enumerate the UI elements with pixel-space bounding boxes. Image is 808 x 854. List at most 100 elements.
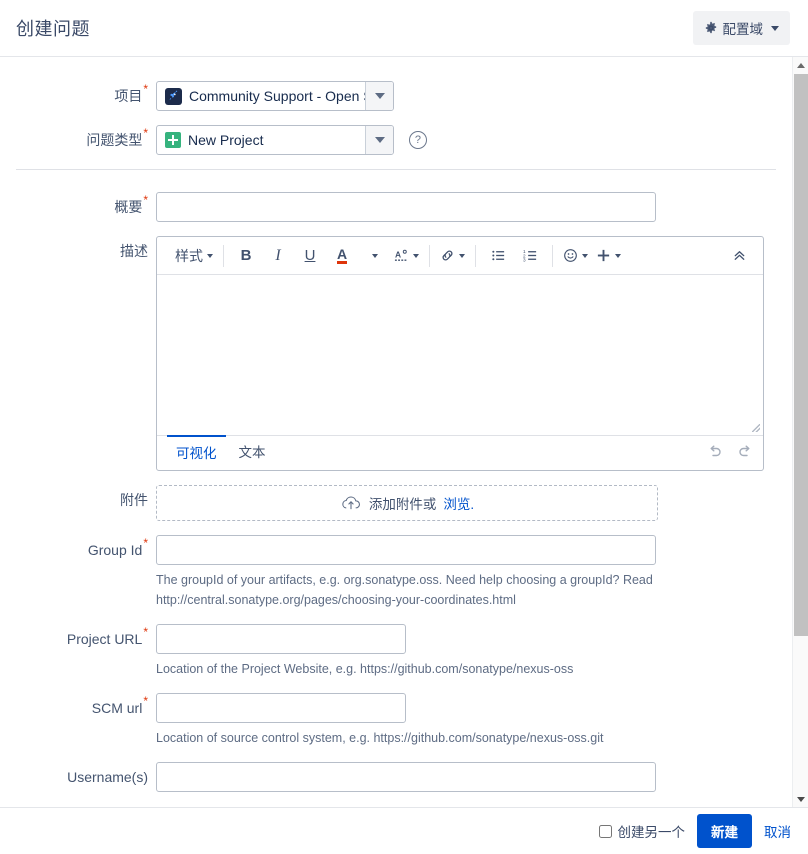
chevron-down-icon bbox=[413, 254, 419, 258]
project-select-text: Community Support - Open S... bbox=[189, 88, 365, 104]
insert-more-button[interactable] bbox=[592, 243, 625, 269]
group-id-hint: The groupId of your artifacts, e.g. org.… bbox=[156, 570, 656, 610]
field-row-group-id: Group Id* The groupId of your artifacts,… bbox=[0, 535, 792, 610]
rocket-icon bbox=[165, 88, 182, 105]
description-textarea[interactable] bbox=[157, 275, 763, 435]
scrollbar-thumb[interactable] bbox=[794, 74, 808, 636]
undo-icon bbox=[707, 443, 723, 459]
undo-redo-group bbox=[707, 443, 753, 463]
text-color-dropdown-button[interactable] bbox=[358, 243, 390, 269]
page-title: 创建问题 bbox=[16, 15, 90, 41]
editor-toolbar: 样式 B I U A bbox=[157, 237, 763, 275]
redo-icon bbox=[737, 443, 753, 459]
project-url-hint: Location of the Project Website, e.g. ht… bbox=[156, 659, 656, 679]
configure-fields-button[interactable]: 配置域 bbox=[693, 11, 791, 45]
configure-fields-label: 配置域 bbox=[723, 18, 764, 38]
create-issue-form: 项目* Community Support - Open S... bbox=[0, 57, 792, 792]
chevron-up-icon bbox=[797, 63, 805, 68]
issue-type-select[interactable]: New Project bbox=[156, 125, 394, 155]
project-select[interactable]: Community Support - Open S... bbox=[156, 81, 394, 111]
required-marker: * bbox=[143, 536, 148, 550]
required-marker: * bbox=[143, 82, 148, 96]
scm-url-input[interactable] bbox=[156, 693, 406, 723]
resize-grip[interactable] bbox=[752, 424, 760, 432]
create-another-checkbox[interactable] bbox=[599, 825, 612, 838]
issue-type-select-value: New Project bbox=[157, 126, 365, 154]
chevron-down-icon bbox=[459, 254, 465, 258]
bullet-list-button[interactable] bbox=[482, 243, 514, 269]
chevron-double-up-icon bbox=[732, 248, 747, 263]
redo-button[interactable] bbox=[737, 443, 753, 463]
bullet-list-icon bbox=[491, 248, 506, 263]
scroll-up-button[interactable] bbox=[793, 57, 808, 73]
dialog-scroll-area: 项目* Community Support - Open S... bbox=[0, 57, 792, 807]
group-id-input[interactable] bbox=[156, 535, 656, 565]
chevron-down-icon bbox=[615, 254, 621, 258]
required-marker: * bbox=[143, 625, 148, 639]
field-row-project-url: Project URL* Location of the Project Web… bbox=[0, 624, 792, 679]
plus-square-icon bbox=[165, 132, 181, 148]
scm-url-label: SCM url* bbox=[0, 693, 156, 723]
emoji-button[interactable] bbox=[559, 243, 592, 269]
issue-type-select-text: New Project bbox=[188, 132, 263, 148]
attachment-label: 附件 bbox=[0, 485, 156, 515]
dialog-header: 创建问题 配置域 bbox=[0, 0, 808, 57]
chevron-down-icon bbox=[771, 26, 779, 31]
chevron-down-icon bbox=[582, 254, 588, 258]
chevron-down-icon bbox=[797, 797, 805, 802]
field-row-attachment: 附件 添加附件或 浏览. bbox=[0, 485, 792, 521]
issue-type-select-arrow[interactable] bbox=[365, 126, 393, 154]
dialog-footer: 创建另一个 新建 取消 bbox=[0, 807, 808, 854]
create-another-label: 创建另一个 bbox=[618, 821, 686, 841]
tab-visual[interactable]: 可视化 bbox=[167, 435, 226, 470]
help-icon[interactable]: ? bbox=[409, 131, 427, 149]
field-row-summary: 概要* bbox=[0, 192, 792, 222]
collapse-toolbar-button[interactable] bbox=[723, 243, 755, 269]
usernames-input[interactable] bbox=[156, 762, 656, 792]
field-row-description: 描述 样式 B I bbox=[0, 236, 792, 471]
required-marker: * bbox=[143, 694, 148, 708]
undo-button[interactable] bbox=[707, 443, 723, 463]
link-icon bbox=[440, 248, 455, 263]
section-divider bbox=[16, 169, 776, 170]
scroll-down-button[interactable] bbox=[793, 791, 808, 807]
emoji-icon bbox=[563, 248, 578, 263]
numbered-list-icon: 1 2 3 bbox=[523, 248, 538, 263]
highlight-color-button[interactable]: A bbox=[390, 243, 423, 269]
issue-type-label: 问题类型* bbox=[0, 125, 156, 155]
plus-icon bbox=[596, 248, 611, 263]
attachment-dropzone[interactable]: 添加附件或 浏览. bbox=[156, 485, 658, 521]
description-label: 描述 bbox=[0, 236, 156, 266]
underline-button[interactable]: U bbox=[294, 243, 326, 269]
svg-text:A: A bbox=[395, 249, 401, 259]
required-marker: * bbox=[143, 193, 148, 207]
field-row-issue-type: 问题类型* New Project ? bbox=[0, 125, 792, 155]
summary-input[interactable] bbox=[156, 192, 656, 222]
text-color-button[interactable]: A bbox=[326, 243, 358, 269]
usernames-label: Username(s) bbox=[0, 762, 156, 792]
italic-button[interactable]: I bbox=[262, 243, 294, 269]
project-url-input[interactable] bbox=[156, 624, 406, 654]
cloud-upload-icon bbox=[340, 495, 362, 511]
bold-button[interactable]: B bbox=[230, 243, 262, 269]
create-another-checkbox-wrapper[interactable]: 创建另一个 bbox=[599, 821, 686, 841]
group-id-label: Group Id* bbox=[0, 535, 156, 565]
project-select-arrow[interactable] bbox=[365, 82, 393, 110]
field-row-scm-url: SCM url* Location of source control syst… bbox=[0, 693, 792, 748]
numbered-list-button[interactable]: 1 2 3 bbox=[514, 243, 546, 269]
chevron-down-icon bbox=[207, 254, 213, 258]
link-button[interactable] bbox=[436, 243, 469, 269]
description-editor: 样式 B I U A bbox=[156, 236, 764, 471]
attachment-browse-link[interactable]: 浏览. bbox=[443, 493, 474, 513]
gear-icon bbox=[704, 21, 718, 35]
svg-text:3: 3 bbox=[523, 258, 526, 263]
create-button[interactable]: 新建 bbox=[697, 814, 752, 848]
cancel-button[interactable]: 取消 bbox=[764, 821, 791, 841]
field-row-usernames: Username(s) bbox=[0, 762, 792, 792]
vertical-scrollbar[interactable] bbox=[792, 57, 808, 807]
project-url-label: Project URL* bbox=[0, 624, 156, 654]
chevron-down-icon bbox=[372, 254, 378, 258]
style-dropdown-button[interactable]: 样式 bbox=[171, 243, 217, 269]
tab-text[interactable]: 文本 bbox=[230, 436, 275, 469]
project-select-value: Community Support - Open S... bbox=[157, 82, 365, 110]
